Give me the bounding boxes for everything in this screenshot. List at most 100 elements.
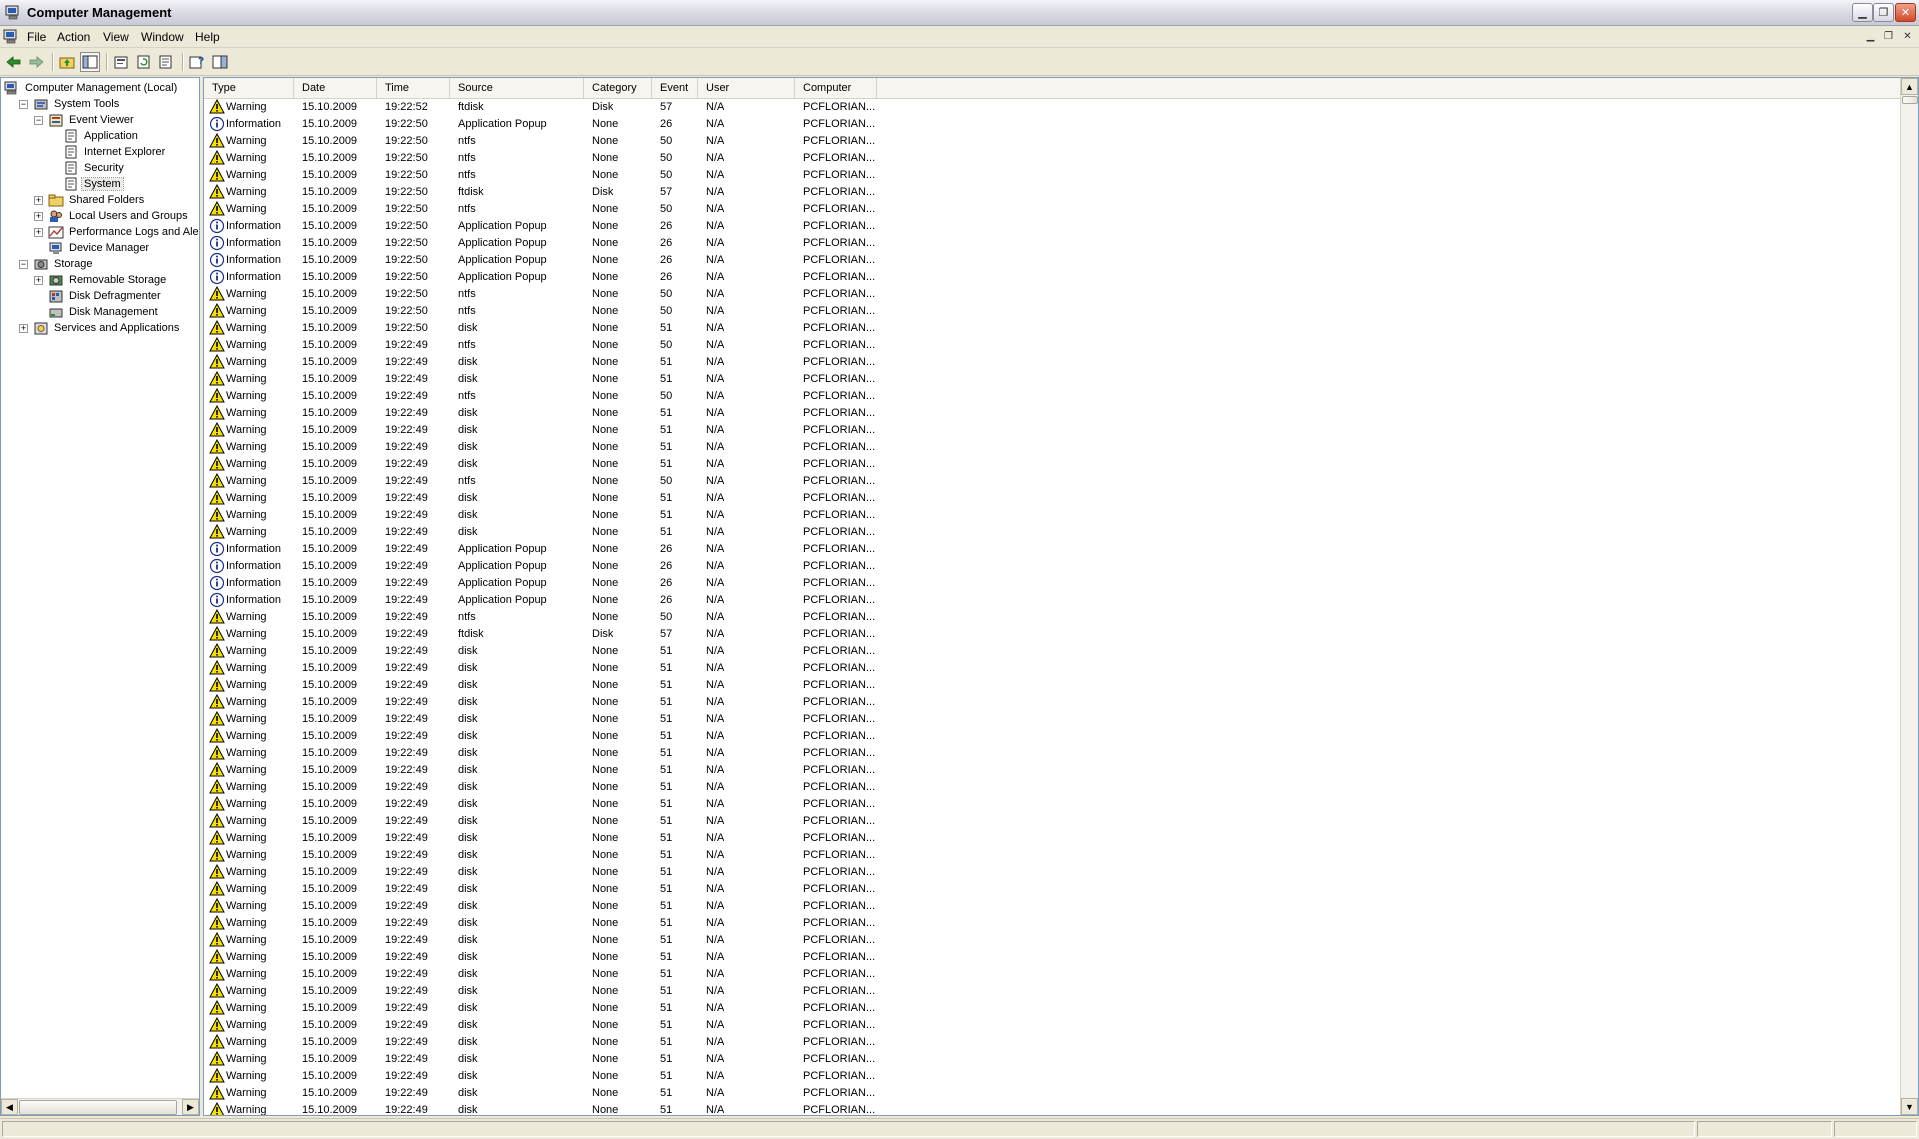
event-row[interactable]: Warning 15.10.2009 19:22:49 disk None 51 N/A PC…	[204, 456, 1900, 473]
event-row[interactable]: Warning 15.10.2009 19:22:49 disk None 51 N/A PC…	[204, 405, 1900, 422]
event-row[interactable]: Warning 15.10.2009 19:22:52 ftdisk Disk 57 N/A…	[204, 99, 1900, 116]
close-button[interactable]: ✕	[1895, 3, 1916, 22]
tree-item-system[interactable]: System	[49, 176, 124, 192]
column-header-event[interactable]: Event	[652, 78, 698, 98]
event-row[interactable]: Warning 15.10.2009 19:22:49 disk None 51 N/A PC…	[204, 371, 1900, 388]
mdi-restore-button[interactable]: ❐	[1881, 30, 1896, 43]
event-row[interactable]: Warning 15.10.2009 19:22:49 disk None 51 N/A PC…	[204, 677, 1900, 694]
console-tree[interactable]: Computer Management (Local) − System Tools…	[0, 77, 200, 1116]
tree-item-removable-storage[interactable]: + Removable Storage	[34, 272, 168, 288]
event-row[interactable]: Warning 15.10.2009 19:22:50 disk None 51 N/A PC…	[204, 320, 1900, 337]
column-header-user[interactable]: User	[698, 78, 795, 98]
refresh-button[interactable]	[134, 52, 154, 72]
event-row[interactable]: Warning 15.10.2009 19:22:49 disk None 51 N/A PC…	[204, 439, 1900, 456]
show-hide-action-pane-button[interactable]	[210, 52, 230, 72]
event-row[interactable]: Warning 15.10.2009 19:22:49 disk None 51 N/A PC…	[204, 949, 1900, 966]
collapse-icon[interactable]: −	[19, 99, 28, 109]
event-row[interactable]: Warning 15.10.2009 19:22:50 ntfs None 50 N/A PC…	[204, 167, 1900, 184]
event-row[interactable]: Warning 15.10.2009 19:22:49 disk None 51 N/A PC…	[204, 422, 1900, 439]
event-row[interactable]: Warning 15.10.2009 19:22:49 disk None 51 N/A PC…	[204, 847, 1900, 864]
event-row[interactable]: Warning 15.10.2009 19:22:49 disk None 51 N/A PC…	[204, 694, 1900, 711]
event-row[interactable]: Warning 15.10.2009 19:22:49 ntfs None 50 N/A PC…	[204, 609, 1900, 626]
system-menu-icon[interactable]	[3, 29, 19, 44]
event-row[interactable]: Warning 15.10.2009 19:22:49 disk None 51 N/A PC…	[204, 728, 1900, 745]
mdi-minimize-button[interactable]: ▁	[1863, 30, 1878, 43]
column-header-type[interactable]: Type	[204, 78, 294, 98]
scroll-thumb[interactable]	[1902, 96, 1918, 104]
event-row[interactable]: Information 15.10.2009 19:22:50 Application…	[204, 252, 1900, 269]
scroll-down-button[interactable]: ▼	[1901, 1098, 1918, 1115]
event-row[interactable]: Information 15.10.2009 19:22:50 Application…	[204, 269, 1900, 286]
event-row[interactable]: Warning 15.10.2009 19:22:49 disk None 51 N/A PC…	[204, 983, 1900, 1000]
expand-icon[interactable]: +	[34, 275, 43, 285]
list-vertical-scrollbar[interactable]: ▲ ▼	[1900, 78, 1918, 1115]
tree-item-storage[interactable]: − Storage	[19, 256, 95, 272]
column-header-category[interactable]: Category	[584, 78, 652, 98]
event-row[interactable]: Warning 15.10.2009 19:22:49 disk None 51 N/A PC…	[204, 354, 1900, 371]
event-row[interactable]: Warning 15.10.2009 19:22:49 disk None 51 N/A PC…	[204, 779, 1900, 796]
menu-action[interactable]: Action	[57, 30, 90, 44]
minimize-button[interactable]: ▁	[1852, 3, 1873, 22]
event-row[interactable]: Warning 15.10.2009 19:22:49 disk None 51 N/A PC…	[204, 660, 1900, 677]
tree-item-application[interactable]: Application	[49, 128, 140, 144]
event-row[interactable]: Warning 15.10.2009 19:22:49 disk None 51 N/A PC…	[204, 932, 1900, 949]
event-row[interactable]: Warning 15.10.2009 19:22:49 disk None 51 N/A PC…	[204, 898, 1900, 915]
event-row[interactable]: Warning 15.10.2009 19:22:49 disk None 51 N/A PC…	[204, 813, 1900, 830]
tree-item-services-and-applications[interactable]: + Services and Applications	[19, 320, 181, 336]
menu-file[interactable]: File	[27, 30, 46, 44]
event-row[interactable]: Warning 15.10.2009 19:22:49 disk None 51 N/A PC…	[204, 745, 1900, 762]
event-row[interactable]: Warning 15.10.2009 19:22:49 disk None 51 N/A PC…	[204, 524, 1900, 541]
tree-item-security[interactable]: Security	[49, 160, 126, 176]
event-row[interactable]: Warning 15.10.2009 19:22:49 disk None 51 N/A PC…	[204, 490, 1900, 507]
column-header-computer[interactable]: Computer	[795, 78, 877, 98]
event-row[interactable]: Warning 15.10.2009 19:22:50 ntfs None 50 N/A PC…	[204, 201, 1900, 218]
scroll-right-button[interactable]: ▶	[182, 1099, 199, 1115]
tree-item-computer-management[interactable]: Computer Management (Local)	[4, 80, 179, 96]
event-row[interactable]: Warning 15.10.2009 19:22:49 disk None 51 N/A PC…	[204, 915, 1900, 932]
expand-icon[interactable]: +	[34, 195, 43, 205]
event-row[interactable]: Information 15.10.2009 19:22:49 Application…	[204, 592, 1900, 609]
title-bar[interactable]: Computer Management ▁ ❐ ✕	[0, 0, 1919, 26]
expand-icon[interactable]: +	[19, 323, 28, 333]
event-row[interactable]: Warning 15.10.2009 19:22:49 disk None 51 N/A PC…	[204, 507, 1900, 524]
export-list-button[interactable]	[156, 52, 176, 72]
event-row[interactable]: Information 15.10.2009 19:22:50 Application…	[204, 218, 1900, 235]
event-row[interactable]: Warning 15.10.2009 19:22:49 disk None 51 N/A PC…	[204, 1068, 1900, 1085]
tree-item-performance-logs[interactable]: + Performance Logs and Alerts	[34, 224, 199, 240]
event-row[interactable]: Information 15.10.2009 19:22:50 Application…	[204, 116, 1900, 133]
properties-button[interactable]	[111, 52, 131, 72]
expand-icon[interactable]: +	[34, 211, 43, 221]
tree-item-disk-defragmenter[interactable]: Disk Defragmenter	[34, 288, 163, 304]
menu-view[interactable]: View	[103, 30, 129, 44]
event-row[interactable]: Warning 15.10.2009 19:22:50 ntfs None 50 N/A PC…	[204, 286, 1900, 303]
event-row[interactable]: Warning 15.10.2009 19:22:49 disk None 51 N/A PC…	[204, 711, 1900, 728]
help-button[interactable]: ?	[187, 52, 207, 72]
event-row[interactable]: Warning 15.10.2009 19:22:49 disk None 51 N/A PC…	[204, 830, 1900, 847]
event-row[interactable]: Information 15.10.2009 19:22:49 Application…	[204, 541, 1900, 558]
tree-horizontal-scrollbar[interactable]: ◀ ▶	[1, 1098, 199, 1115]
forward-button[interactable]	[26, 52, 46, 72]
event-row[interactable]: Warning 15.10.2009 19:22:49 disk None 51 N/A PC…	[204, 864, 1900, 881]
tree-item-local-users-and-groups[interactable]: + Local Users and Groups	[34, 208, 190, 224]
tree-item-shared-folders[interactable]: + Shared Folders	[34, 192, 146, 208]
restore-button[interactable]: ❐	[1873, 3, 1894, 22]
event-row[interactable]: Warning 15.10.2009 19:22:49 disk None 51 N/A PC…	[204, 1000, 1900, 1017]
event-row[interactable]: Information 15.10.2009 19:22:49 Application…	[204, 575, 1900, 592]
event-row[interactable]: Warning 15.10.2009 19:22:49 disk None 51 N/A PC…	[204, 1102, 1900, 1115]
collapse-icon[interactable]: −	[19, 259, 28, 269]
mdi-close-button[interactable]: ✕	[1900, 30, 1915, 43]
event-row[interactable]: Warning 15.10.2009 19:22:49 disk None 51 N/A PC…	[204, 796, 1900, 813]
event-row[interactable]: Warning 15.10.2009 19:22:49 disk None 51 N/A PC…	[204, 762, 1900, 779]
scroll-up-button[interactable]: ▲	[1901, 78, 1918, 95]
event-row[interactable]: Warning 15.10.2009 19:22:49 ntfs None 50 N/A PC…	[204, 388, 1900, 405]
event-row[interactable]: Warning 15.10.2009 19:22:50 ntfs None 50 N/A PC…	[204, 150, 1900, 167]
event-row[interactable]: Warning 15.10.2009 19:22:50 ntfs None 50 N/A PC…	[204, 303, 1900, 320]
event-list[interactable]: Type Date Time Source Category Event Use…	[203, 77, 1919, 1116]
column-header-source[interactable]: Source	[450, 78, 584, 98]
menu-window[interactable]: Window	[141, 30, 184, 44]
event-row[interactable]: Warning 15.10.2009 19:22:50 ntfs None 50 N/A PC…	[204, 133, 1900, 150]
column-header-date[interactable]: Date	[294, 78, 377, 98]
collapse-icon[interactable]: −	[34, 115, 43, 125]
menu-help[interactable]: Help	[195, 30, 220, 44]
event-row[interactable]: Warning 15.10.2009 19:22:49 ntfs None 50 N/A PC…	[204, 337, 1900, 354]
